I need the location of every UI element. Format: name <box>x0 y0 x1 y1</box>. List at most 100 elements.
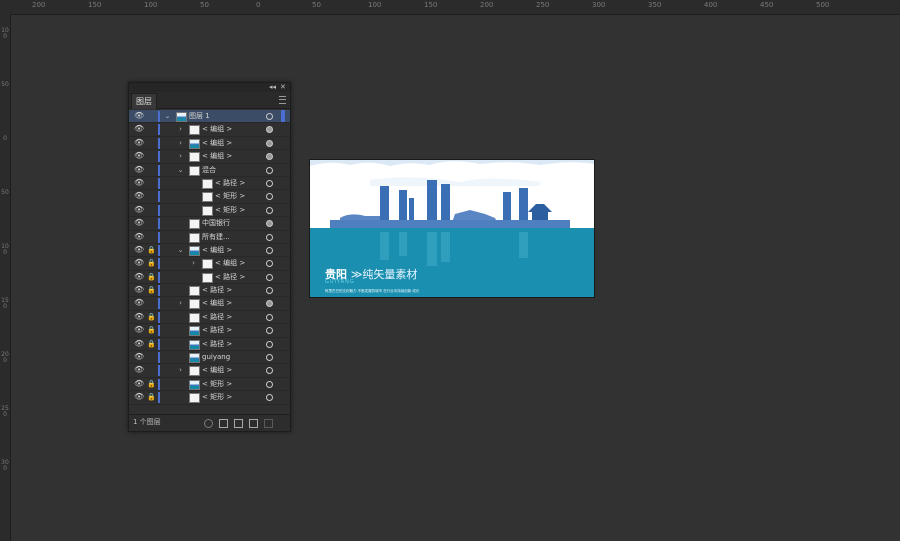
layer-row[interactable]: 👁 🔒 ⌄ < 编组 > <box>129 244 290 258</box>
target-icon[interactable] <box>266 273 273 281</box>
close-panel-icon[interactable]: ✕ <box>280 83 286 92</box>
target-icon[interactable] <box>266 193 273 201</box>
selection-indicator[interactable] <box>281 190 285 202</box>
selection-indicator[interactable] <box>281 150 285 162</box>
chevron-down-icon[interactable]: ⌄ <box>177 164 184 176</box>
ruler-left[interactable]: 100 50 0 50 100 150 200 250 300 <box>0 14 11 541</box>
lock-toggle[interactable]: 🔒 <box>147 391 156 403</box>
target-icon[interactable] <box>266 220 273 228</box>
layer-row[interactable]: 👁 🔒 › < 编组 > <box>129 257 290 271</box>
layer-row[interactable]: 👁 🔒 < 路径 > <box>129 284 290 298</box>
selection-indicator[interactable] <box>281 378 285 390</box>
target-icon[interactable] <box>266 166 273 174</box>
lock-toggle[interactable]: 🔒 <box>147 378 156 390</box>
layer-name[interactable]: < 矩形 > <box>215 204 245 216</box>
eye-icon[interactable]: 👁 <box>134 244 144 256</box>
layer-name[interactable]: < 路径 > <box>215 177 245 189</box>
eye-icon[interactable]: 👁 <box>134 190 144 202</box>
panel-title-bar[interactable]: ◂◂ ✕ <box>129 83 290 92</box>
chevron-down-icon[interactable]: ⌄ <box>164 110 171 122</box>
layer-row[interactable]: 👁 🔒 < 路径 > <box>129 324 290 338</box>
lock-toggle[interactable]: 🔒 <box>147 271 156 283</box>
eye-icon[interactable]: 👁 <box>134 284 144 296</box>
target-icon[interactable] <box>266 327 273 335</box>
lock-toggle[interactable]: 🔒 <box>147 324 156 336</box>
layer-name[interactable]: < 路径 > <box>202 338 232 350</box>
target-icon[interactable] <box>266 139 273 147</box>
layer-name[interactable]: < 路径 > <box>202 324 232 336</box>
layer-row[interactable]: 👁 < 路径 > <box>129 177 290 191</box>
selection-indicator[interactable] <box>281 297 285 309</box>
new-layer-icon[interactable] <box>249 419 258 428</box>
target-icon[interactable] <box>266 380 273 388</box>
lock-toggle[interactable]: 🔒 <box>147 244 156 256</box>
eye-icon[interactable]: 👁 <box>134 150 144 162</box>
layer-row[interactable]: 👁 < 矩形 > <box>129 190 290 204</box>
target-icon[interactable] <box>266 260 273 268</box>
eye-icon[interactable]: 👁 <box>134 231 144 243</box>
layer-name[interactable]: < 矩形 > <box>202 378 232 390</box>
layer-row[interactable]: 👁 ⌄ 混合 <box>129 164 290 177</box>
layer-name[interactable]: < 路径 > <box>202 284 232 296</box>
target-icon[interactable] <box>266 153 273 161</box>
tab-layers[interactable]: 图层 <box>131 93 157 109</box>
layer-name[interactable]: < 编组 > <box>202 137 232 149</box>
eye-icon[interactable]: 👁 <box>134 364 144 376</box>
layer-name[interactable]: < 矩形 > <box>202 391 232 403</box>
chevron-right-icon[interactable]: › <box>177 137 184 149</box>
selection-indicator[interactable] <box>281 351 285 363</box>
layer-name[interactable]: < 编组 > <box>202 297 232 309</box>
eye-icon[interactable]: 👁 <box>134 311 144 323</box>
target-icon[interactable] <box>266 313 273 321</box>
eye-icon[interactable]: 👁 <box>134 378 144 390</box>
layer-name[interactable]: < 路径 > <box>215 271 245 283</box>
locate-object-icon[interactable] <box>204 419 213 428</box>
layer-name[interactable]: 混合 <box>202 164 216 176</box>
layer-row[interactable]: 👁 › < 编组 > <box>129 123 290 137</box>
eye-icon[interactable]: 👁 <box>134 177 144 189</box>
ruler-top[interactable]: 200 150 100 50 0 50 100 150 200 250 300 350 400 450 50… <box>0 0 900 15</box>
target-icon[interactable] <box>266 394 273 402</box>
delete-layer-icon[interactable] <box>264 419 273 428</box>
layer-name[interactable]: < 编组 > <box>202 123 232 135</box>
selection-indicator[interactable] <box>281 231 285 243</box>
layer-name[interactable]: guiyang <box>202 351 230 363</box>
eye-icon[interactable]: 👁 <box>134 164 144 176</box>
layer-name[interactable]: 所有建... <box>202 231 230 243</box>
layer-row[interactable]: 👁 所有建... <box>129 231 290 244</box>
target-icon[interactable] <box>266 179 273 187</box>
chevron-right-icon[interactable]: › <box>190 257 197 269</box>
target-icon[interactable] <box>266 126 273 134</box>
selection-indicator[interactable] <box>281 177 285 189</box>
layer-row[interactable]: 👁 guiyang <box>129 351 290 365</box>
eye-icon[interactable]: 👁 <box>134 110 144 122</box>
selection-indicator[interactable] <box>281 391 285 403</box>
lock-toggle[interactable]: 🔒 <box>147 257 156 269</box>
layer-name[interactable]: 中国银行 <box>202 217 230 229</box>
selection-indicator[interactable] <box>281 123 285 135</box>
selection-indicator[interactable] <box>281 137 285 149</box>
eye-icon[interactable]: 👁 <box>134 391 144 403</box>
target-icon[interactable] <box>266 367 273 375</box>
target-icon[interactable] <box>266 340 273 348</box>
selection-indicator[interactable] <box>281 284 285 296</box>
layer-name[interactable]: 图层 1 <box>189 110 210 122</box>
layer-name[interactable]: < 编组 > <box>215 257 245 269</box>
eye-icon[interactable]: 👁 <box>134 204 144 216</box>
selection-indicator[interactable] <box>281 164 285 176</box>
selection-indicator[interactable] <box>281 324 285 336</box>
layer-row[interactable]: 👁 🔒 < 矩形 > <box>129 378 290 392</box>
chevron-right-icon[interactable]: › <box>177 364 184 376</box>
new-sublayer-icon[interactable] <box>234 419 243 428</box>
eye-icon[interactable]: 👁 <box>134 217 144 229</box>
chevron-down-icon[interactable]: ⌄ <box>177 244 184 256</box>
layer-name[interactable]: < 编组 > <box>202 364 232 376</box>
eye-icon[interactable]: 👁 <box>134 297 144 309</box>
panel-menu-icon[interactable] <box>279 96 286 104</box>
layer-row[interactable]: 👁 < 矩形 > <box>129 204 290 218</box>
layer-row[interactable]: 👁 🔒 < 矩形 > <box>129 391 290 405</box>
selection-indicator[interactable] <box>281 311 285 323</box>
eye-icon[interactable]: 👁 <box>134 338 144 350</box>
layer-row[interactable]: 👁 🔒 < 路径 > <box>129 271 290 285</box>
selection-indicator[interactable] <box>281 338 285 350</box>
